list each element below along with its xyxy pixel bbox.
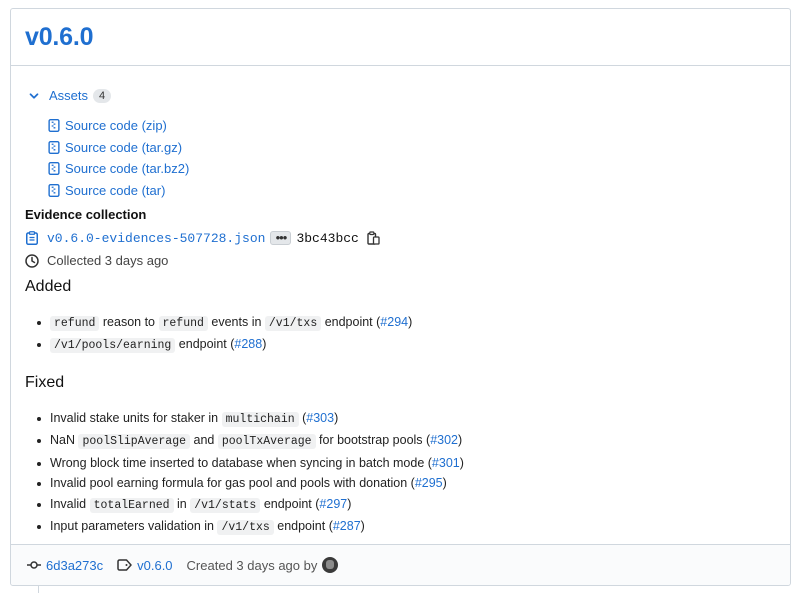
timeline-line: [38, 586, 39, 593]
file-zip-icon: [48, 162, 60, 176]
asset-item[interactable]: Source code (tar): [48, 180, 189, 202]
change-text: Invalid stake units for staker in: [50, 411, 222, 425]
issue-link[interactable]: #295: [415, 476, 443, 490]
inline-code: poolTxAverage: [217, 434, 316, 450]
evidence-sha: 3bc43bcc: [296, 230, 359, 246]
asset-list: Source code (zip) Source code (tar.gz) S…: [48, 115, 189, 201]
inline-code: refund: [158, 316, 208, 331]
change-text: endpoint (: [175, 337, 235, 352]
change-item: Invalid totalEarned in /v1/stats endpoin…: [37, 494, 464, 516]
fixed-list: Invalid stake units for staker in multic…: [37, 408, 464, 538]
asset-item[interactable]: Source code (zip): [48, 115, 189, 137]
inline-code: /v1/txs: [217, 520, 274, 536]
change-text: ): [262, 337, 267, 352]
ellipsis-icon: •••: [275, 230, 288, 245]
change-text: Wrong block time inserted to database wh…: [50, 455, 432, 470]
fixed-heading: Fixed: [25, 374, 65, 391]
inline-code: /v1/stats: [190, 497, 261, 513]
change-text: Invalid: [50, 496, 90, 511]
release-card: v0.6.0 Assets 4 Source code (zip) Source…: [10, 8, 791, 586]
change-text: Invalid pool earning formula for gas poo…: [50, 476, 415, 491]
change-text: ): [360, 519, 365, 534]
added-heading: Added: [25, 278, 72, 295]
change-text: ): [442, 476, 447, 491]
chevron-down-icon: [29, 92, 39, 99]
inline-code: /v1/txs: [264, 316, 322, 331]
release-body: Assets 4 Source code (zip) Source code (…: [11, 66, 790, 546]
collected-row: Collected 3 days ago: [25, 253, 168, 268]
issue-link[interactable]: #288: [234, 337, 262, 351]
expand-sha-button[interactable]: •••: [270, 230, 292, 245]
assets-count-badge: 4: [93, 88, 112, 103]
assets-label: Assets: [49, 88, 89, 103]
issue-link[interactable]: #287: [333, 519, 361, 533]
asset-item[interactable]: Source code (tar.bz2): [48, 158, 189, 180]
asset-link-tar-bz2[interactable]: Source code (tar.bz2): [65, 161, 189, 176]
change-text: ): [334, 411, 339, 425]
change-text: ): [408, 315, 413, 329]
change-text: and: [190, 433, 218, 448]
inline-code: poolSlipAverage: [78, 434, 191, 450]
asset-link-zip[interactable]: Source code (zip): [65, 118, 167, 133]
clipboard-icon: [26, 231, 38, 245]
issue-link[interactable]: #303: [306, 411, 334, 425]
asset-link-tar-gz[interactable]: Source code (tar.gz): [65, 140, 182, 155]
change-item: Invalid stake units for staker in multic…: [37, 408, 464, 430]
file-zip-icon: [48, 119, 60, 133]
copy-icon[interactable]: [367, 231, 380, 245]
change-text: NaN: [50, 433, 79, 448]
evidence-heading: Evidence collection: [25, 207, 147, 222]
release-title[interactable]: v0.6.0: [25, 23, 790, 51]
evidence-file-link[interactable]: v0.6.0-evidences-507728.json: [47, 231, 265, 246]
change-text: ): [347, 496, 352, 511]
assets-toggle[interactable]: Assets 4: [27, 88, 112, 103]
commit-item: 6d3a273c: [27, 558, 103, 573]
issue-link[interactable]: #301: [432, 456, 460, 470]
change-item: NaN poolSlipAverage and poolTxAverage fo…: [37, 430, 464, 452]
inline-code: multichain: [221, 412, 299, 427]
change-text: for bootstrap pools (: [315, 433, 431, 448]
inline-code: refund: [50, 316, 100, 331]
tag-link[interactable]: v0.6.0: [137, 558, 172, 573]
file-zip-icon: [48, 140, 60, 154]
inline-code: /v1/pools/earning: [50, 338, 176, 354]
change-text: endpoint (: [260, 496, 320, 511]
change-text: Input parameters validation in: [50, 519, 218, 534]
tag-icon: [117, 559, 132, 571]
asset-item[interactable]: Source code (tar.gz): [48, 137, 189, 159]
tag-item: v0.6.0: [117, 558, 173, 573]
issue-link[interactable]: #297: [319, 497, 347, 511]
change-item: /v1/pools/earning endpoint (#288): [37, 334, 412, 356]
change-item: Invalid pool earning formula for gas poo…: [37, 473, 464, 493]
commit-icon: [27, 561, 41, 569]
change-text: ): [458, 433, 463, 448]
change-item: refund reason to refund events in /v1/tx…: [37, 312, 412, 334]
change-text: events in: [207, 315, 265, 329]
created-text: Created 3 days ago by: [186, 557, 318, 573]
issue-link[interactable]: #294: [380, 315, 408, 329]
release-footer: 6d3a273c v0.6.0 Created 3 days ago by: [11, 544, 790, 585]
change-text: reason to: [99, 315, 159, 329]
change-item: Wrong block time inserted to database wh…: [37, 453, 464, 473]
inline-code: totalEarned: [89, 497, 174, 513]
avatar[interactable]: [322, 557, 339, 573]
collected-text: Collected 3 days ago: [47, 253, 169, 268]
clock-icon: [25, 253, 39, 268]
change-text: endpoint (: [321, 315, 381, 329]
evidence-row: v0.6.0-evidences-507728.json ••• 3bc43bc…: [25, 229, 380, 247]
commit-link[interactable]: 6d3a273c: [46, 558, 103, 573]
asset-link-tar[interactable]: Source code (tar): [65, 183, 165, 198]
file-zip-icon: [48, 183, 60, 197]
release-header: v0.6.0: [11, 9, 790, 66]
change-item: Input parameters validation in /v1/txs e…: [37, 516, 464, 538]
added-list: refund reason to refund events in /v1/tx…: [37, 312, 412, 357]
change-text: in: [173, 496, 191, 511]
change-text: endpoint (: [273, 519, 333, 534]
issue-link[interactable]: #302: [430, 433, 458, 447]
created-item: Created 3 days ago by: [187, 557, 339, 573]
change-text: ): [459, 455, 464, 470]
